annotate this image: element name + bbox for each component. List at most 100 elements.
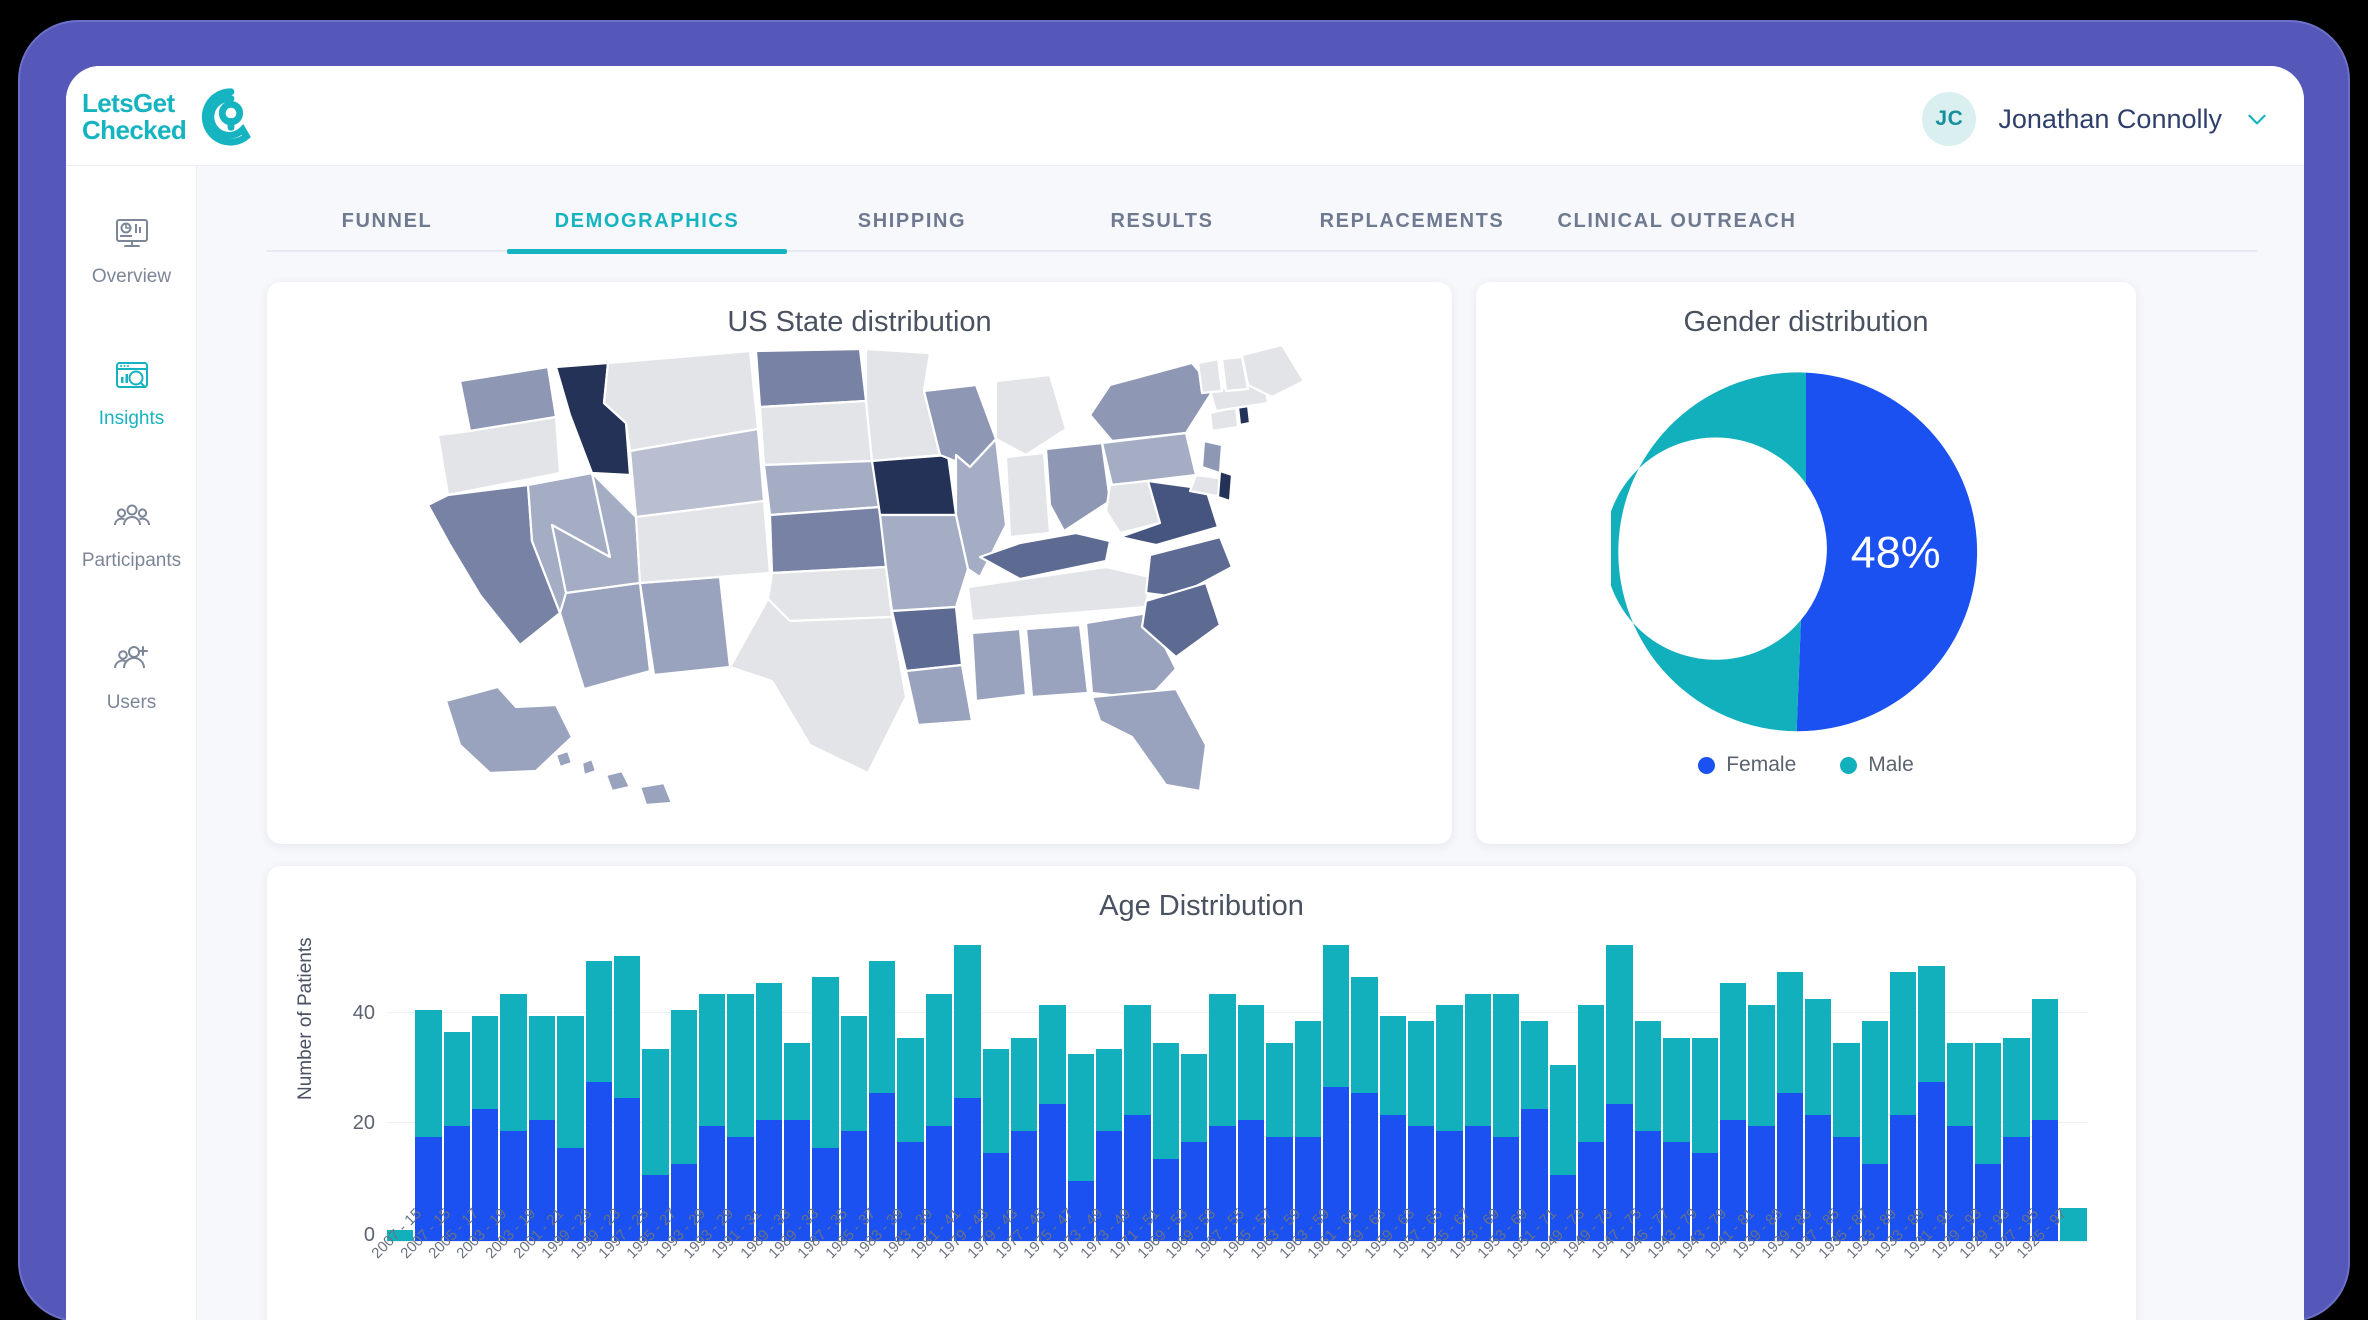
- bar-column[interactable]: [1379, 940, 1406, 1241]
- bar-column[interactable]: [869, 940, 896, 1241]
- bar-column[interactable]: [1351, 940, 1378, 1241]
- bar-column[interactable]: [557, 940, 584, 1241]
- bar-column[interactable]: [1124, 940, 1151, 1241]
- bar-column[interactable]: [1493, 940, 1520, 1241]
- lgc-ring-icon: [202, 88, 252, 146]
- bar-column[interactable]: [1237, 940, 1265, 1241]
- bar-segment-male: [1663, 1037, 1690, 1143]
- us-choropleth-map[interactable]: [320, 345, 1400, 805]
- sidebar-item-insights[interactable]: Insights: [66, 356, 197, 498]
- bar-column[interactable]: [1634, 940, 1662, 1241]
- legend-item-male[interactable]: Male: [1840, 753, 1914, 777]
- bar-column[interactable]: [784, 940, 811, 1241]
- bar-column[interactable]: [2003, 940, 2030, 1241]
- tab-clinical-outreach[interactable]: CLINICAL OUTREACH: [1537, 190, 1817, 252]
- bar-column[interactable]: [1804, 940, 1832, 1241]
- bar-column[interactable]: [1890, 940, 1917, 1241]
- bar-column[interactable]: [387, 940, 414, 1241]
- tab-funnel[interactable]: FUNNEL: [267, 190, 507, 252]
- bar-column[interactable]: [472, 940, 499, 1241]
- state-ar: [890, 605, 963, 673]
- bar-column[interactable]: [1067, 940, 1094, 1241]
- bar-segment-male: [1975, 1043, 2002, 1165]
- bar-segment-male: [642, 1048, 669, 1176]
- bar-column[interactable]: [1833, 940, 1860, 1241]
- bar-column[interactable]: [1407, 940, 1435, 1241]
- state-ms: [970, 627, 1027, 703]
- bar-column[interactable]: [1606, 940, 1633, 1241]
- age-distribution-chart[interactable]: Number of Patients 40 20 0 2007 - 15 2007…: [267, 937, 2136, 1320]
- bar-column[interactable]: [1946, 940, 1974, 1241]
- legend-item-female[interactable]: Female: [1698, 753, 1796, 777]
- bar-column[interactable]: [1776, 940, 1803, 1241]
- bar-column[interactable]: [812, 940, 839, 1241]
- bar-column[interactable]: [500, 940, 527, 1241]
- bar-column[interactable]: [1861, 940, 1889, 1241]
- bar-column[interactable]: [727, 940, 754, 1241]
- bar-column[interactable]: [1436, 940, 1463, 1241]
- bar-segment-male: [500, 993, 527, 1132]
- sidebar-item-users[interactable]: Users: [66, 640, 197, 782]
- bar-segment-male: [613, 955, 641, 1099]
- bar-column[interactable]: [954, 940, 981, 1241]
- bar-column[interactable]: [897, 940, 924, 1241]
- sidebar-item-participants[interactable]: Participants: [66, 498, 197, 640]
- x-tick-label: [2060, 1246, 2086, 1320]
- bar-column[interactable]: [2031, 940, 2059, 1241]
- bar-column[interactable]: [1663, 940, 1690, 1241]
- y-axis-ticks: 40 20 0: [303, 940, 375, 1250]
- bar-column[interactable]: [1549, 940, 1577, 1241]
- x-axis-labels: 2007 - 15 2007 - 15 2005 - 17 2003 - 19 2003…: [368, 1205, 2087, 1320]
- bar-segment-male: [443, 1032, 471, 1126]
- brand-logo[interactable]: LetsGet Checked: [82, 86, 262, 148]
- bar-column[interactable]: [755, 940, 783, 1241]
- bar-column[interactable]: [925, 940, 953, 1241]
- gender-donut-chart[interactable]: 48% 52%: [1611, 357, 2001, 747]
- bar-segment-male: [784, 1043, 811, 1121]
- sidebar-item-overview[interactable]: Overview: [66, 214, 197, 356]
- bar-column[interactable]: [528, 940, 556, 1241]
- bar-column[interactable]: [1322, 940, 1350, 1241]
- screen-frame: LetsGet Checked JC Jonathan Connolly Ove…: [0, 0, 2368, 1320]
- bar-segment-male: [1124, 1004, 1151, 1115]
- bar-column[interactable]: [1039, 940, 1066, 1241]
- bar-column[interactable]: [2060, 940, 2087, 1241]
- state-ak: [444, 685, 573, 775]
- bar-column[interactable]: [1294, 940, 1321, 1241]
- bar-column[interactable]: [1209, 940, 1236, 1241]
- bar-column[interactable]: [1521, 940, 1548, 1241]
- bar-segment-male: [925, 993, 953, 1126]
- bar-column[interactable]: [1266, 940, 1293, 1241]
- bar-column[interactable]: [642, 940, 669, 1241]
- app-header: LetsGet Checked JC Jonathan Connolly: [66, 66, 2304, 166]
- tab-results[interactable]: RESULTS: [1037, 190, 1287, 252]
- bar-column[interactable]: [698, 940, 726, 1241]
- bar-column[interactable]: [1010, 940, 1038, 1241]
- bar-column[interactable]: [982, 940, 1009, 1241]
- bar-segment-male: [1379, 1015, 1406, 1115]
- bar-column[interactable]: [1578, 940, 1605, 1241]
- tab-replacements[interactable]: REPLACEMENTS: [1287, 190, 1537, 252]
- bar-column[interactable]: [1181, 940, 1208, 1241]
- tab-demographics[interactable]: DEMOGRAPHICS: [507, 190, 787, 254]
- bar-column[interactable]: [1691, 940, 1718, 1241]
- bar-column[interactable]: [1975, 940, 2002, 1241]
- bar-column[interactable]: [585, 940, 612, 1241]
- bar-column[interactable]: [840, 940, 868, 1241]
- tab-shipping[interactable]: SHIPPING: [787, 190, 1037, 252]
- sidebar-item-label: Participants: [81, 550, 182, 571]
- bar-column[interactable]: [443, 940, 471, 1241]
- bar-column[interactable]: [1152, 940, 1180, 1241]
- bar-column[interactable]: [1464, 940, 1492, 1241]
- bar-column[interactable]: [613, 940, 641, 1241]
- user-menu[interactable]: JC Jonathan Connolly: [1922, 92, 2270, 146]
- chevron-down-icon[interactable]: [2244, 106, 2270, 132]
- bar-column[interactable]: [670, 940, 697, 1241]
- bar-column[interactable]: [1918, 940, 1945, 1241]
- bar-column[interactable]: [1095, 940, 1123, 1241]
- age-distribution-card: Age Distribution Number of Patients 40 2…: [267, 866, 2136, 1320]
- bar-column[interactable]: [1719, 940, 1747, 1241]
- bar-column[interactable]: [1748, 940, 1775, 1241]
- bar-segment-male: [1691, 1037, 1718, 1154]
- bar-column[interactable]: [415, 940, 442, 1241]
